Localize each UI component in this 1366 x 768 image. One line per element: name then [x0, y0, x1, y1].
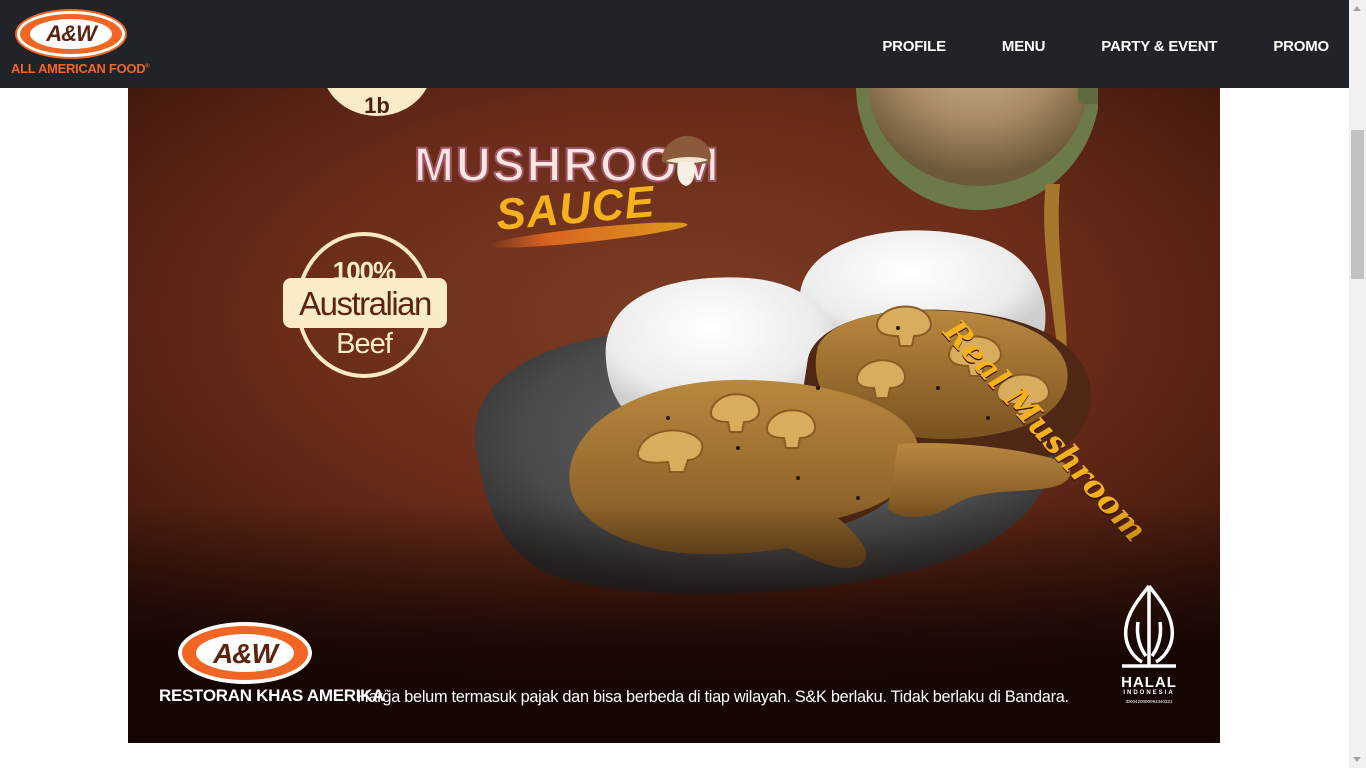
promo-banner[interactable]: 1b MUSHROOM SAUCE 100% Australian Beef R… [128, 88, 1220, 743]
brand-mark: A&W [213, 638, 278, 669]
scroll-up-icon[interactable] [1353, 6, 1361, 11]
brand-inner: A&W [196, 634, 294, 672]
halal-country: INDONESIA [1123, 690, 1175, 696]
scroll-down-icon[interactable] [1353, 757, 1361, 762]
aw-logo-icon: A&W [17, 11, 125, 57]
mushroom-icon [661, 135, 711, 186]
beef-badge-origin: Australian [299, 285, 432, 322]
aw-logo[interactable]: A&W All American Food® [10, 11, 150, 79]
halal-id: ID00420000092340321 [1125, 699, 1173, 704]
page-scrollbar[interactable] [1349, 0, 1366, 768]
halal-word: HALAL [1121, 674, 1177, 691]
pan-handle [1078, 88, 1098, 104]
nav-item-party-event[interactable]: PARTY & EVENT [1101, 38, 1217, 55]
brand-tagline-text: Restoran Khas Amerika [159, 686, 385, 705]
logo-tagline: All American Food® [11, 61, 150, 76]
nav-item-menu[interactable]: MENU [1002, 38, 1046, 55]
scroll-thumb[interactable] [1351, 130, 1364, 279]
beef-badge-beef: Beef [336, 328, 393, 360]
logo-inner: A&W [30, 19, 112, 49]
logo-trademark: ® [145, 63, 150, 70]
aw-brand-logo: A&W [178, 622, 312, 684]
beef-badge-percent: 100% [332, 256, 397, 286]
price-disclaimer: Harga belum termasuk pajak dan bisa berb… [357, 687, 1069, 706]
main-nav: PROFILE MENU PARTY & EVENT PROMO [882, 38, 1329, 55]
logo-tagline-text: All American Food [11, 61, 146, 76]
logo-mark: A&W [46, 21, 97, 46]
nav-item-promo[interactable]: PROMO [1273, 38, 1329, 55]
nav-item-profile[interactable]: PROFILE [882, 38, 946, 55]
site-header: A&W All American Food® PROFILE MENU PART… [0, 0, 1349, 88]
aw-logo-icon: A&W [178, 622, 312, 684]
